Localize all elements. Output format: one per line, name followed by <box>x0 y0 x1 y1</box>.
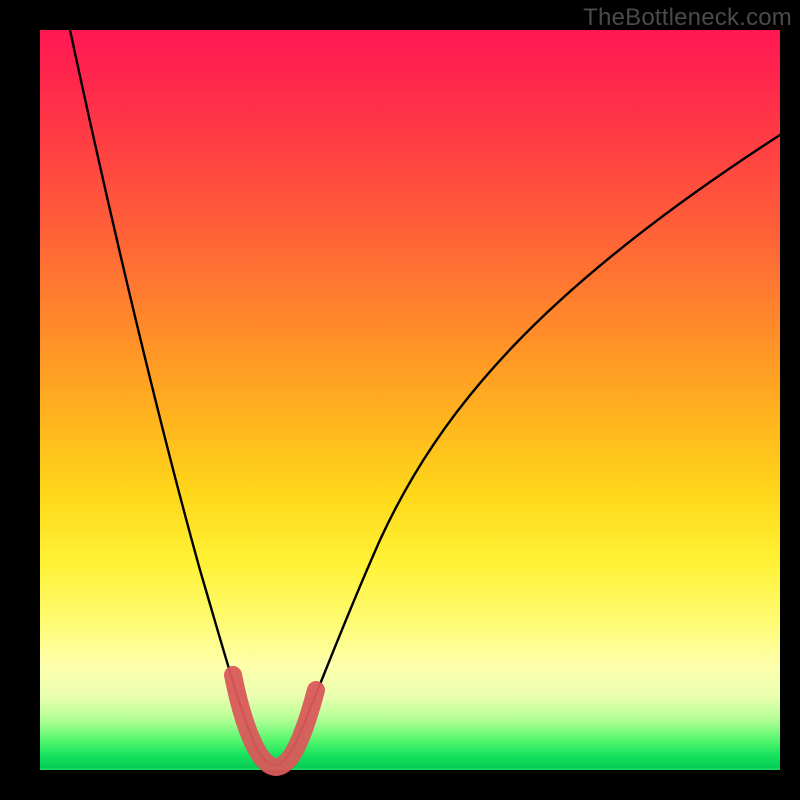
watermark-text: TheBottleneck.com <box>583 4 792 32</box>
bottleneck-curve <box>70 30 780 765</box>
plot-area <box>40 30 780 770</box>
curve-layer <box>40 30 780 770</box>
chart-frame: TheBottleneck.com <box>0 0 800 800</box>
bottom-highlight <box>233 675 316 767</box>
